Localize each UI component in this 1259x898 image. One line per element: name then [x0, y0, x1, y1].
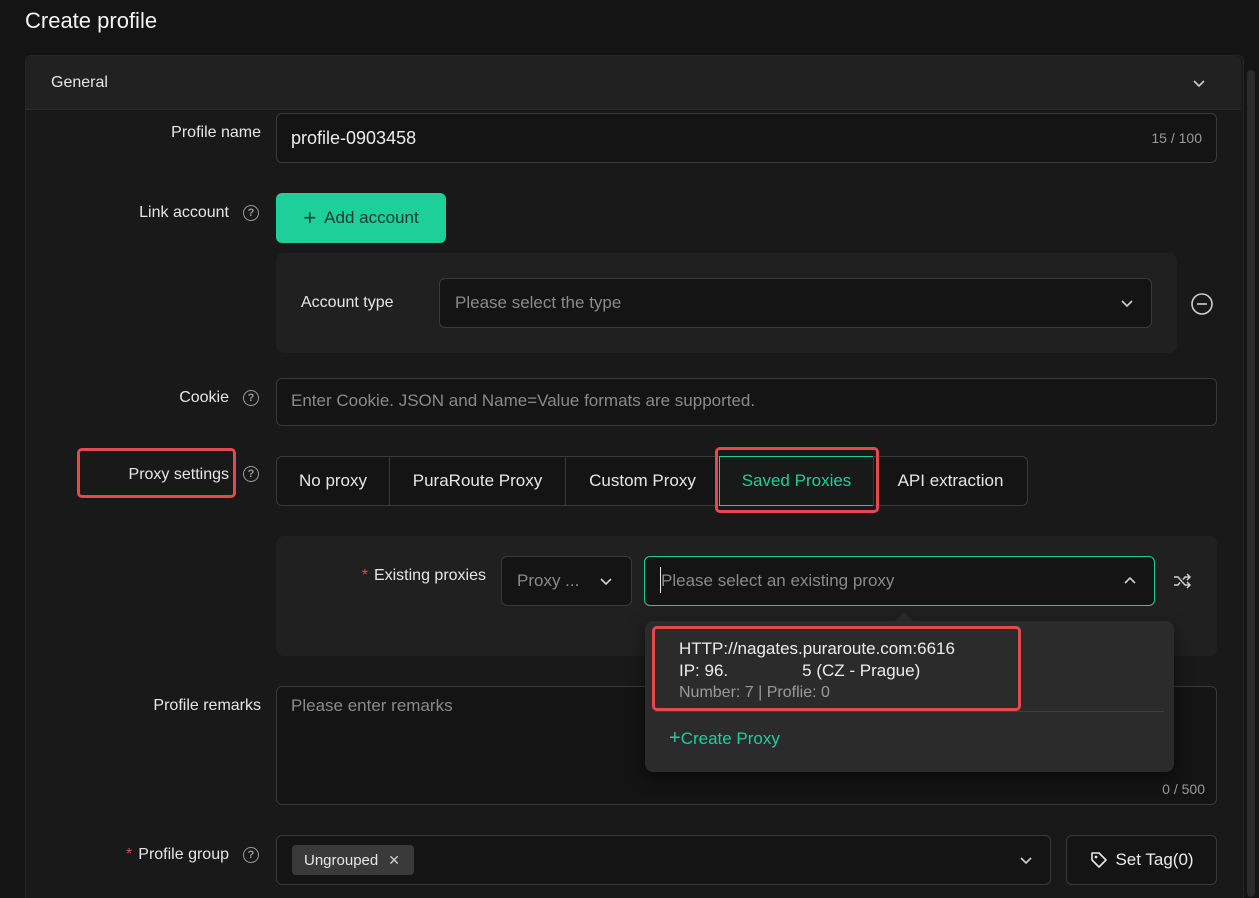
cookie-label: Cookie	[179, 389, 229, 406]
scrollbar[interactable]	[1247, 70, 1255, 897]
help-icon[interactable]: ?	[243, 390, 259, 406]
cookie-placeholder: Enter Cookie. JSON and Name=Value format…	[291, 391, 756, 410]
chevron-down-icon	[600, 578, 612, 586]
profile-remarks-placeholder: Please enter remarks	[291, 696, 453, 715]
plus-icon: +	[303, 205, 317, 230]
shuffle-icon[interactable]	[1172, 571, 1192, 591]
proxy-filter-value: Proxy ...	[517, 571, 580, 590]
section-title: General	[51, 74, 108, 91]
close-icon[interactable]: ✕	[388, 852, 400, 869]
general-section-header[interactable]	[26, 56, 1241, 110]
tab-custom-proxy[interactable]: Custom Proxy	[565, 456, 720, 506]
profile-group-label: * Profile group	[126, 846, 229, 863]
group-tag-label: Ungrouped	[304, 851, 379, 869]
add-account-button[interactable]: + Add account	[276, 193, 446, 243]
chevron-up-icon	[1124, 576, 1136, 584]
profile-name-input[interactable]	[276, 113, 1217, 163]
tab-api-extraction[interactable]: API extraction	[873, 456, 1028, 506]
group-tag: Ungrouped ✕	[292, 845, 414, 875]
page-title: Create profile	[25, 8, 158, 33]
help-icon[interactable]: ?	[243, 205, 259, 221]
profile-name-label: Profile name	[171, 124, 261, 141]
remove-circle-icon[interactable]	[1190, 292, 1214, 316]
divider	[655, 711, 1164, 712]
remarks-counter: 0 / 500	[1162, 781, 1205, 797]
profile-name-value: profile-0903458	[291, 128, 417, 148]
help-icon[interactable]: ?	[243, 847, 259, 863]
tag-icon	[1091, 852, 1108, 868]
profile-name-counter: 15 / 100	[1151, 130, 1202, 146]
add-account-label: Add account	[324, 208, 419, 227]
account-type-placeholder: Please select the type	[455, 293, 622, 312]
profile-remarks-label: Profile remarks	[153, 697, 261, 714]
chevron-down-icon	[1121, 300, 1133, 308]
set-tag-button[interactable]: Set Tag(0)	[1066, 835, 1217, 885]
help-icon[interactable]: ?	[243, 466, 259, 482]
link-account-label: Link account	[139, 204, 229, 221]
highlight-box	[652, 626, 1021, 711]
account-type-label: Account type	[301, 294, 394, 311]
tab-no-proxy[interactable]: No proxy	[276, 456, 390, 506]
chevron-down-icon	[1020, 857, 1032, 865]
plus-icon: +	[669, 727, 681, 749]
chevron-up-icon[interactable]	[1191, 75, 1207, 91]
create-proxy-link[interactable]: +Create Proxy	[669, 727, 780, 750]
existing-proxy-placeholder: Please select an existing proxy	[661, 571, 895, 590]
existing-proxies-label: * Existing proxies	[361, 567, 486, 584]
set-tag-label: Set Tag(0)	[1115, 850, 1194, 869]
highlight-box	[715, 447, 879, 513]
tab-puraroute-proxy[interactable]: PuraRoute Proxy	[389, 456, 566, 506]
proxy-settings-label: Proxy settings	[128, 466, 229, 483]
